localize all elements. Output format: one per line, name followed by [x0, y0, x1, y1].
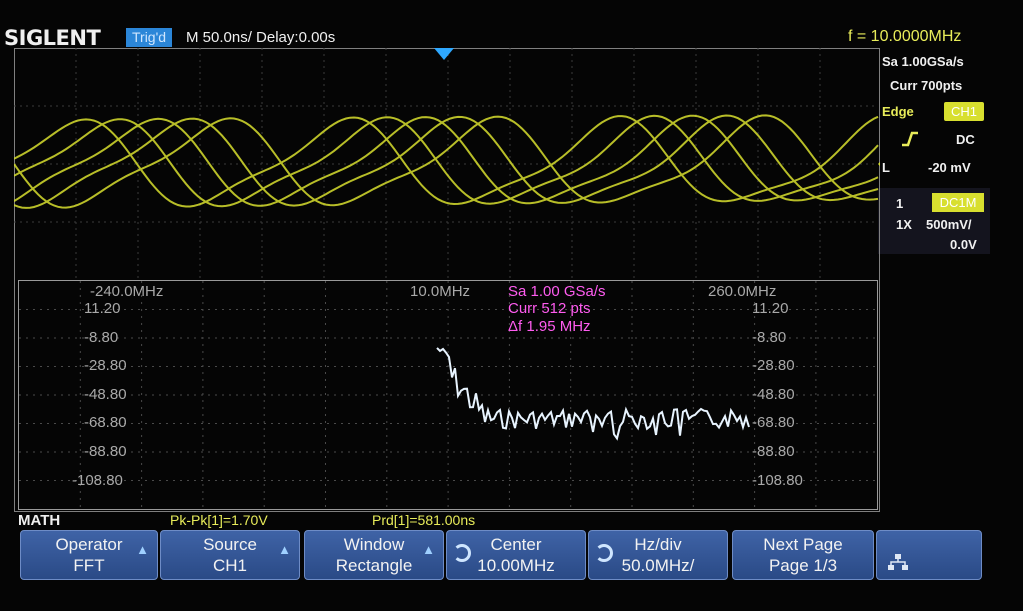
vertical-scale: 500mV/: [926, 217, 972, 232]
center-softkey[interactable]: Center 10.00MHz: [446, 530, 586, 580]
probe-attenuation: 1X: [896, 217, 912, 232]
fft-y-label-right: -48.80: [752, 385, 795, 403]
softkey-value: FFT: [73, 556, 105, 575]
ch1-waveform-traces: [14, 114, 879, 209]
trigger-position-marker-icon: [434, 48, 454, 60]
fft-y-label-right: -68.80: [752, 414, 795, 432]
softkey-value: 50.0MHz/: [621, 556, 695, 575]
trigger-coupling: DC: [956, 132, 975, 147]
trigger-level-marker-icon: [878, 162, 880, 166]
trigger-source-badge: CH1: [944, 102, 984, 121]
fft-right-frequency: 260.0MHz: [708, 283, 777, 300]
chevron-up-icon: ▲: [422, 542, 435, 557]
channel-number: 1: [896, 196, 904, 211]
softkey-title: Center: [490, 535, 542, 554]
softkey-title: Hz/div: [634, 535, 682, 554]
current-points-readout: Curr 700pts: [890, 78, 963, 93]
fft-y-label-left: 11.20: [84, 300, 121, 317]
trigger-level-value: -20 mV: [928, 160, 971, 175]
fft-left-frequency: -240.0MHz: [90, 283, 164, 300]
fft-sample-rate: Sa 1.00 GSa/s: [508, 283, 606, 300]
fft-y-label-right: -108.80: [752, 471, 803, 489]
fft-y-label-right: -8.80: [752, 328, 787, 346]
fft-graticule: [19, 281, 877, 509]
channel-coupling-badge: DC1M: [932, 193, 984, 212]
fft-y-label-right: -88.80: [752, 443, 795, 460]
fft-center-frequency: 10.0MHz: [410, 283, 471, 300]
fft-window: [18, 280, 878, 510]
operator-softkey[interactable]: Operator FFT ▲: [20, 530, 158, 580]
ch1-trace-3: [14, 114, 879, 208]
timebase-value: M 50.0ns/: [186, 29, 252, 46]
softkey-value: 10.00MHz: [477, 556, 555, 575]
source-softkey[interactable]: Source CH1 ▲: [160, 530, 300, 580]
fft-y-label-left: -8.80: [84, 328, 119, 346]
chevron-up-icon: ▲: [278, 542, 291, 557]
softkey-value: Rectangle: [335, 556, 413, 575]
next-page-softkey[interactable]: Next Page Page 1/3: [732, 530, 874, 580]
fft-y-label-left: -88.80: [84, 443, 127, 460]
fft-y-label-left: -68.80: [84, 414, 127, 432]
trigger-type-label: Edge: [882, 104, 914, 119]
softkey-title: Next Page: [763, 535, 843, 554]
vertical-offset: 0.0V: [950, 237, 977, 252]
math-label: MATH: [18, 512, 61, 529]
trigger-status-badge: Trig'd: [126, 28, 173, 47]
fft-y-label-left: -28.80: [84, 357, 127, 375]
graticule: [14, 48, 878, 278]
delay-value: Delay:0.00s: [256, 29, 336, 46]
timebase-readout: M 50.0ns/ Delay:0.00s: [186, 28, 335, 47]
fft-delta-f: Δf 1.95 MHz: [508, 318, 591, 335]
period-measurement: Prd[1]=581.00ns: [372, 512, 476, 528]
frequency-readout: f = 10.0000MHz: [848, 28, 962, 45]
fft-points: Curr 512 pts: [508, 300, 591, 317]
network-icon: [888, 554, 908, 570]
window-softkey[interactable]: Window Rectangle ▲: [304, 530, 444, 580]
network-status-key[interactable]: [876, 530, 982, 580]
fft-y-label-right: -28.80: [752, 357, 795, 375]
fft-y-label-right: 11.20: [752, 300, 789, 317]
sample-rate-readout: Sa 1.00GSa/s: [882, 54, 964, 69]
trigger-level-label: L: [882, 160, 890, 175]
fft-y-label-left: -108.80: [72, 471, 123, 489]
pk-pk-measurement: Pk-Pk[1]=1.70V: [170, 512, 268, 528]
rising-edge-icon: [900, 130, 920, 153]
hz-per-div-softkey[interactable]: Hz/div 50.0MHz/: [588, 530, 728, 580]
softkey-value: Page 1/3: [768, 556, 838, 575]
brand-logo: SIGLENT: [4, 26, 101, 50]
fft-spectrum-trace: [436, 347, 750, 441]
chevron-up-icon: ▲: [136, 542, 149, 557]
softkey-value: CH1: [212, 556, 247, 575]
fft-y-label-left: -48.80: [84, 385, 127, 403]
